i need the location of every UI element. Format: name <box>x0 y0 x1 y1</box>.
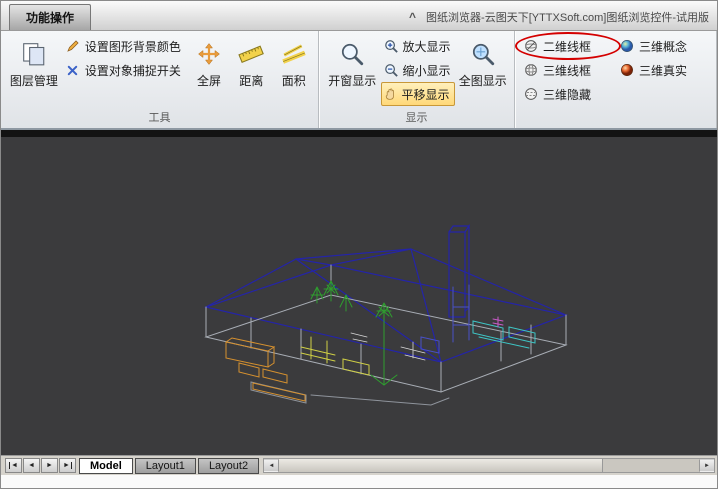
last-tab-button[interactable]: ► <box>59 458 76 473</box>
zoom-all-label: 全图显示 <box>459 72 507 89</box>
wireframe-3d-button[interactable]: 三维线框 <box>520 58 616 82</box>
hand-icon <box>384 86 398 102</box>
zoom-out-label: 缩小显示 <box>403 62 451 79</box>
layer-manage-label: 图层管理 <box>10 72 58 89</box>
ribbon: 图层管理 设置图形背景颜色 设置对象捕捉开关 <box>1 31 717 130</box>
window-zoom-label: 开窗显示 <box>328 72 376 89</box>
titlebar-right: ^ 图纸浏览器-云图天下[YTTXSoft.com]图纸浏览控件-试用版 <box>409 9 709 25</box>
app-window: 功能操作 ^ 图纸浏览器-云图天下[YTTXSoft.com]图纸浏览控件-试用… <box>0 0 718 489</box>
realistic-3d-label: 三维真实 <box>639 62 687 79</box>
titlebar: 功能操作 ^ 图纸浏览器-云图天下[YTTXSoft.com]图纸浏览控件-试用… <box>1 1 717 31</box>
magnifier-icon <box>338 40 366 68</box>
fullscreen-button[interactable]: 全屏 <box>188 34 230 111</box>
fullscreen-label: 全屏 <box>197 72 221 89</box>
next-tab-button[interactable]: ► <box>41 458 58 473</box>
wireframe-3d-label: 三维线框 <box>543 62 591 79</box>
layer-manage-button[interactable]: 图层管理 <box>6 34 62 111</box>
ribbon-tab-label: 功能操作 <box>26 11 74 25</box>
distance-button[interactable]: 距离 <box>230 34 272 111</box>
footer-strip <box>1 475 717 489</box>
ribbon-group-tools-label: 工具 <box>1 111 318 128</box>
realistic-sphere-icon <box>619 62 635 78</box>
area-button[interactable]: 面积 <box>273 34 315 111</box>
layers-icon <box>20 40 48 68</box>
tab-layout1[interactable]: Layout1 <box>135 458 196 474</box>
scroll-left-icon: ◄ <box>269 463 275 469</box>
drawing-canvas[interactable] <box>1 130 717 455</box>
zoom-out-button[interactable]: 缩小显示 <box>381 58 455 82</box>
hidden-3d-icon <box>523 86 539 102</box>
distance-label: 距离 <box>239 72 263 89</box>
tab-function-operations[interactable]: 功能操作 <box>9 4 91 30</box>
zoom-all-button[interactable]: 全图显示 <box>455 34 512 111</box>
ribbon-group-tools-body: 图层管理 设置图形背景颜色 设置对象捕捉开关 <box>1 31 318 111</box>
area-icon <box>280 40 308 68</box>
area-label: 面积 <box>282 72 306 89</box>
pan-label: 平移显示 <box>402 86 450 103</box>
ribbon-group-render: 二维线框 三维线框 三维隐藏 <box>515 31 717 128</box>
window-zoom-button[interactable]: 开窗显示 <box>324 34 381 111</box>
tools-small-stack: 设置图形背景颜色 设置对象捕捉开关 <box>62 34 188 111</box>
scroll-left-button[interactable]: ◄ <box>264 459 279 472</box>
hidden-3d-button[interactable]: 三维隐藏 <box>520 82 616 106</box>
snap-x-icon <box>65 62 81 78</box>
pencil-icon <box>65 38 81 54</box>
ribbon-group-render-body: 二维线框 三维线框 三维隐藏 <box>515 31 716 111</box>
scrollbar-track[interactable] <box>603 459 699 472</box>
prev-tab-icon: ◄ <box>28 462 35 469</box>
ribbon-group-display-label: 显示 <box>319 111 514 128</box>
render-stack-right: 三维概念 三维真实 <box>616 34 712 111</box>
tab-layout2[interactable]: Layout2 <box>198 458 259 474</box>
ribbon-group-display-body: 开窗显示 放大显示 缩小显示 <box>319 31 514 111</box>
tab-model-label: Model <box>90 460 122 472</box>
zoom-in-icon <box>384 38 399 54</box>
tab-layout1-label: Layout1 <box>146 460 185 472</box>
window-title: 图纸浏览器-云图天下[YTTXSoft.com]图纸浏览控件-试用版 <box>426 9 709 25</box>
pan-button[interactable]: 平移显示 <box>381 82 455 106</box>
wireframe-2d-icon <box>523 38 539 54</box>
display-small-stack: 放大显示 缩小显示 平移显示 <box>381 34 455 111</box>
scrollbar-thumb[interactable] <box>279 459 603 472</box>
scroll-right-button[interactable]: ► <box>699 459 714 472</box>
prev-tab-button[interactable]: ◄ <box>23 458 40 473</box>
zoom-in-button[interactable]: 放大显示 <box>381 34 455 58</box>
ribbon-group-display: 开窗显示 放大显示 缩小显示 <box>319 31 515 128</box>
tab-model[interactable]: Model <box>79 458 133 474</box>
wireframe-2d-label: 二维线框 <box>543 38 591 55</box>
ribbon-collapse-icon[interactable]: ^ <box>409 12 416 22</box>
first-tab-icon: ◄ <box>9 462 18 469</box>
ruler-icon <box>237 40 265 68</box>
last-tab-icon: ► <box>63 462 72 469</box>
set-background-color-label: 设置图形背景颜色 <box>85 38 181 55</box>
tab-layout2-label: Layout2 <box>209 460 248 472</box>
ribbon-group-tools: 图层管理 设置图形背景颜色 设置对象捕捉开关 <box>1 31 319 128</box>
horizontal-scrollbar[interactable]: ◄ ► <box>263 458 715 473</box>
conceptual-sphere-icon <box>619 38 635 54</box>
next-tab-icon: ► <box>46 462 53 469</box>
scroll-right-icon: ► <box>704 463 710 469</box>
render-stack-left: 二维线框 三维线框 三维隐藏 <box>520 34 616 111</box>
set-background-color-button[interactable]: 设置图形背景颜色 <box>62 34 188 58</box>
zoom-out-icon <box>384 62 399 78</box>
realistic-3d-button[interactable]: 三维真实 <box>616 58 712 82</box>
first-tab-button[interactable]: ◄ <box>5 458 22 473</box>
conceptual-3d-button[interactable]: 三维概念 <box>616 34 712 58</box>
move-arrows-icon <box>195 40 223 68</box>
ribbon-group-render-label <box>515 111 716 128</box>
hidden-3d-label: 三维隐藏 <box>543 86 591 103</box>
wireframe-3d-icon <box>523 62 539 78</box>
zoom-in-label: 放大显示 <box>403 38 451 55</box>
object-snap-toggle-button[interactable]: 设置对象捕捉开关 <box>62 58 188 82</box>
conceptual-3d-label: 三维概念 <box>639 38 687 55</box>
wireframe-house-drawing <box>1 137 717 455</box>
wireframe-2d-button[interactable]: 二维线框 <box>520 34 598 58</box>
zoom-extents-icon <box>469 40 497 68</box>
object-snap-toggle-label: 设置对象捕捉开关 <box>85 62 181 79</box>
layout-tabbar: ◄ ◄ ► ► Model Layout1 Layout2 ◄ ► <box>1 455 717 475</box>
